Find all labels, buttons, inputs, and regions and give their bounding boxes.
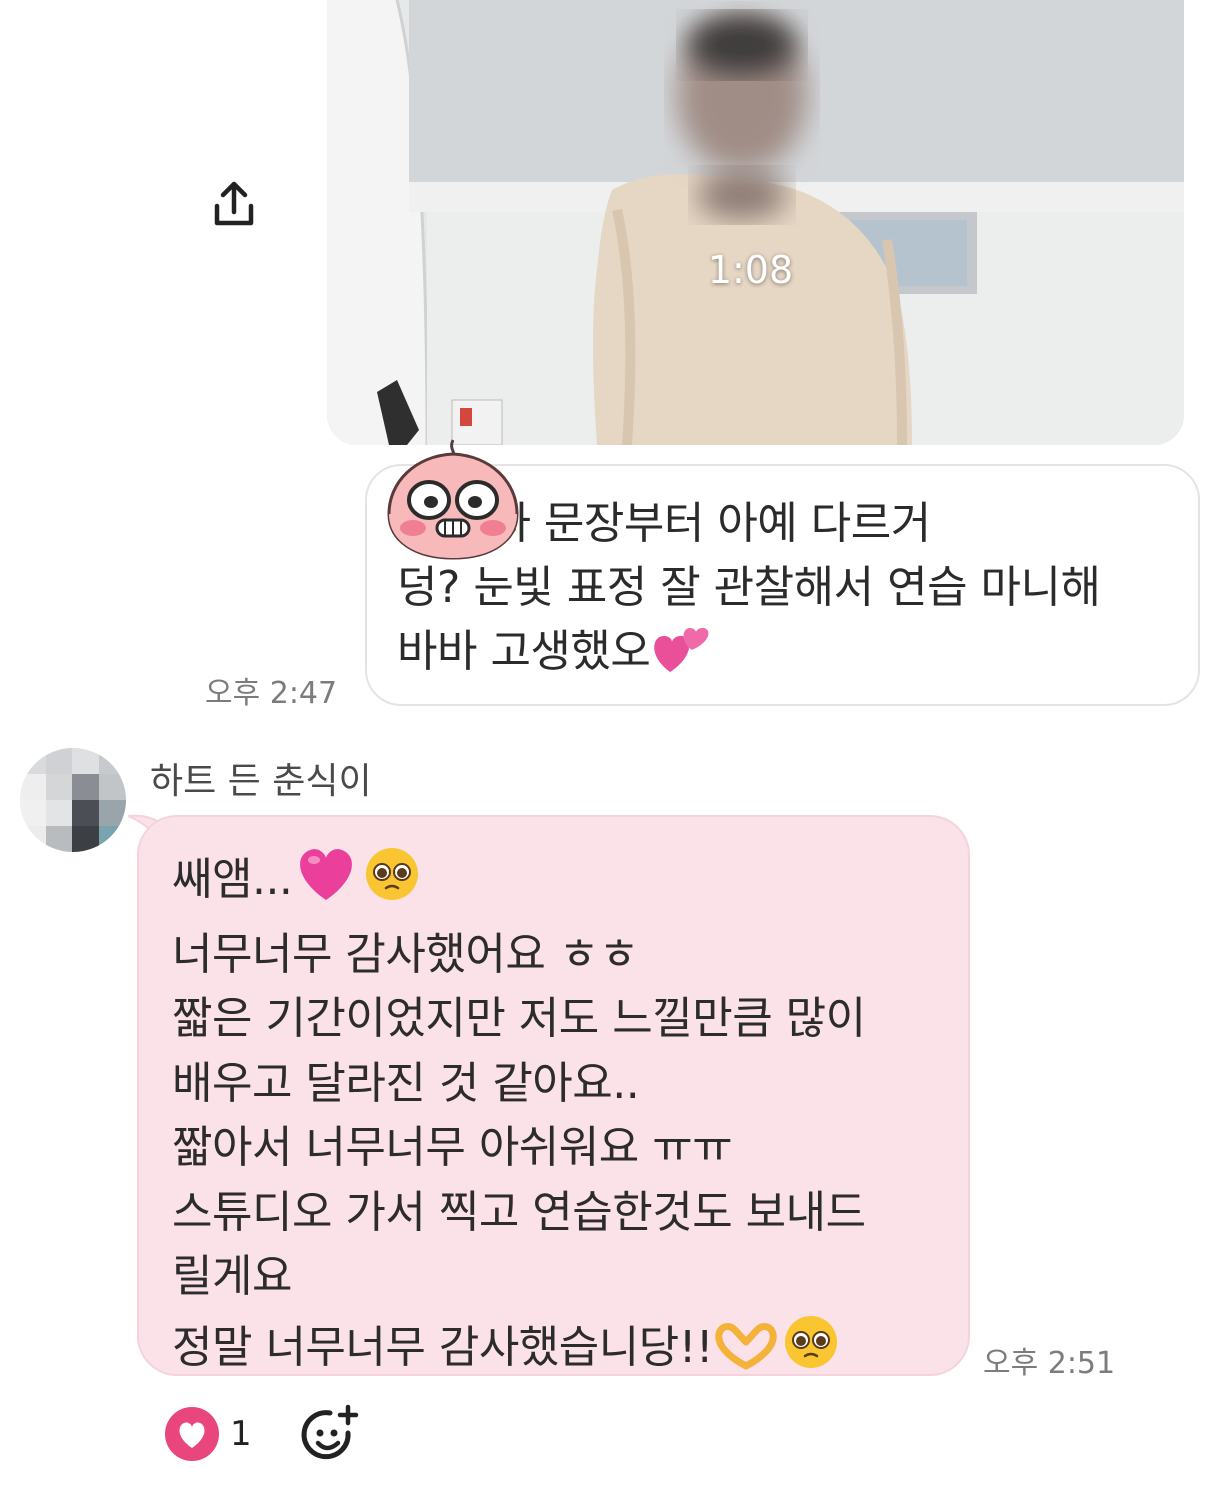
chat-screen: 1:08 첫 인사 문장부터 아예 다르거 덩? 눈빛 표정 잘 관찰해서 연습… <box>0 0 1206 1491</box>
heart-reaction[interactable] <box>163 1406 223 1462</box>
heart-hands-icon <box>713 1320 779 1391</box>
two-hearts-icon <box>650 620 712 694</box>
video-thumbnail <box>327 0 1184 445</box>
pleading-face-icon <box>360 842 424 923</box>
heart-icon <box>165 1407 219 1461</box>
incoming-message-text: 쌔앰... 너무너무 감사했어요 ㅎㅎ 짧은 기간이었지만 저도 느낄만큼 많이… <box>172 842 962 1390</box>
incoming-line-1-text: 쌔앰... <box>172 854 293 905</box>
incoming-line-7: 릴게요 <box>172 1251 292 1302</box>
incoming-line-8: 정말 너무너무 감사했습니당!! <box>172 1310 962 1391</box>
incoming-message-bubble[interactable]: 쌔앰... 너무너무 감사했어요 ㅎㅎ 짧은 기간이었지만 저도 느낄만큼 많이… <box>137 815 970 1376</box>
avatar[interactable] <box>20 748 126 852</box>
incoming-line-2: 너무너무 감사했어요 ㅎㅎ <box>172 928 639 980</box>
outgoing-message-time: 오후 2:47 <box>205 676 338 711</box>
outgoing-line-2: 덩? 눈빛 표정 잘 관찰해서 연습 마니해 <box>397 562 1101 613</box>
pleading-face-icon-2 <box>779 1310 843 1391</box>
incoming-line-8-text: 정말 너무너무 감사했습니당!! <box>172 1321 714 1373</box>
video-duration: 1:08 <box>707 248 794 292</box>
video-message[interactable]: 1:08 <box>327 0 1184 445</box>
add-reaction-icon[interactable] <box>300 1403 362 1465</box>
incoming-line-4: 배우고 달라진 것 같아요.. <box>172 1057 640 1109</box>
heart-reaction-count: 1 <box>230 1414 252 1454</box>
peach-sticker-icon <box>385 436 521 560</box>
incoming-line-6: 스튜디오 가서 찍고 연습한것도 보내드 <box>172 1186 866 1238</box>
heart-emoji-icon <box>292 842 360 923</box>
incoming-line-3: 짧은 기간이었지만 저도 느낄만큼 많이 <box>172 993 866 1044</box>
incoming-line-5: 짧아서 너무너무 아쉬워요 ㅠㅠ <box>172 1122 733 1173</box>
incoming-line-1: 쌔앰... <box>172 842 962 923</box>
incoming-message-time: 오후 2:51 <box>983 1346 1116 1381</box>
sender-name: 하트 든 춘식이 <box>150 761 372 802</box>
share-icon[interactable] <box>208 178 260 230</box>
outgoing-line-3: 바바 고생했오 <box>397 626 651 677</box>
